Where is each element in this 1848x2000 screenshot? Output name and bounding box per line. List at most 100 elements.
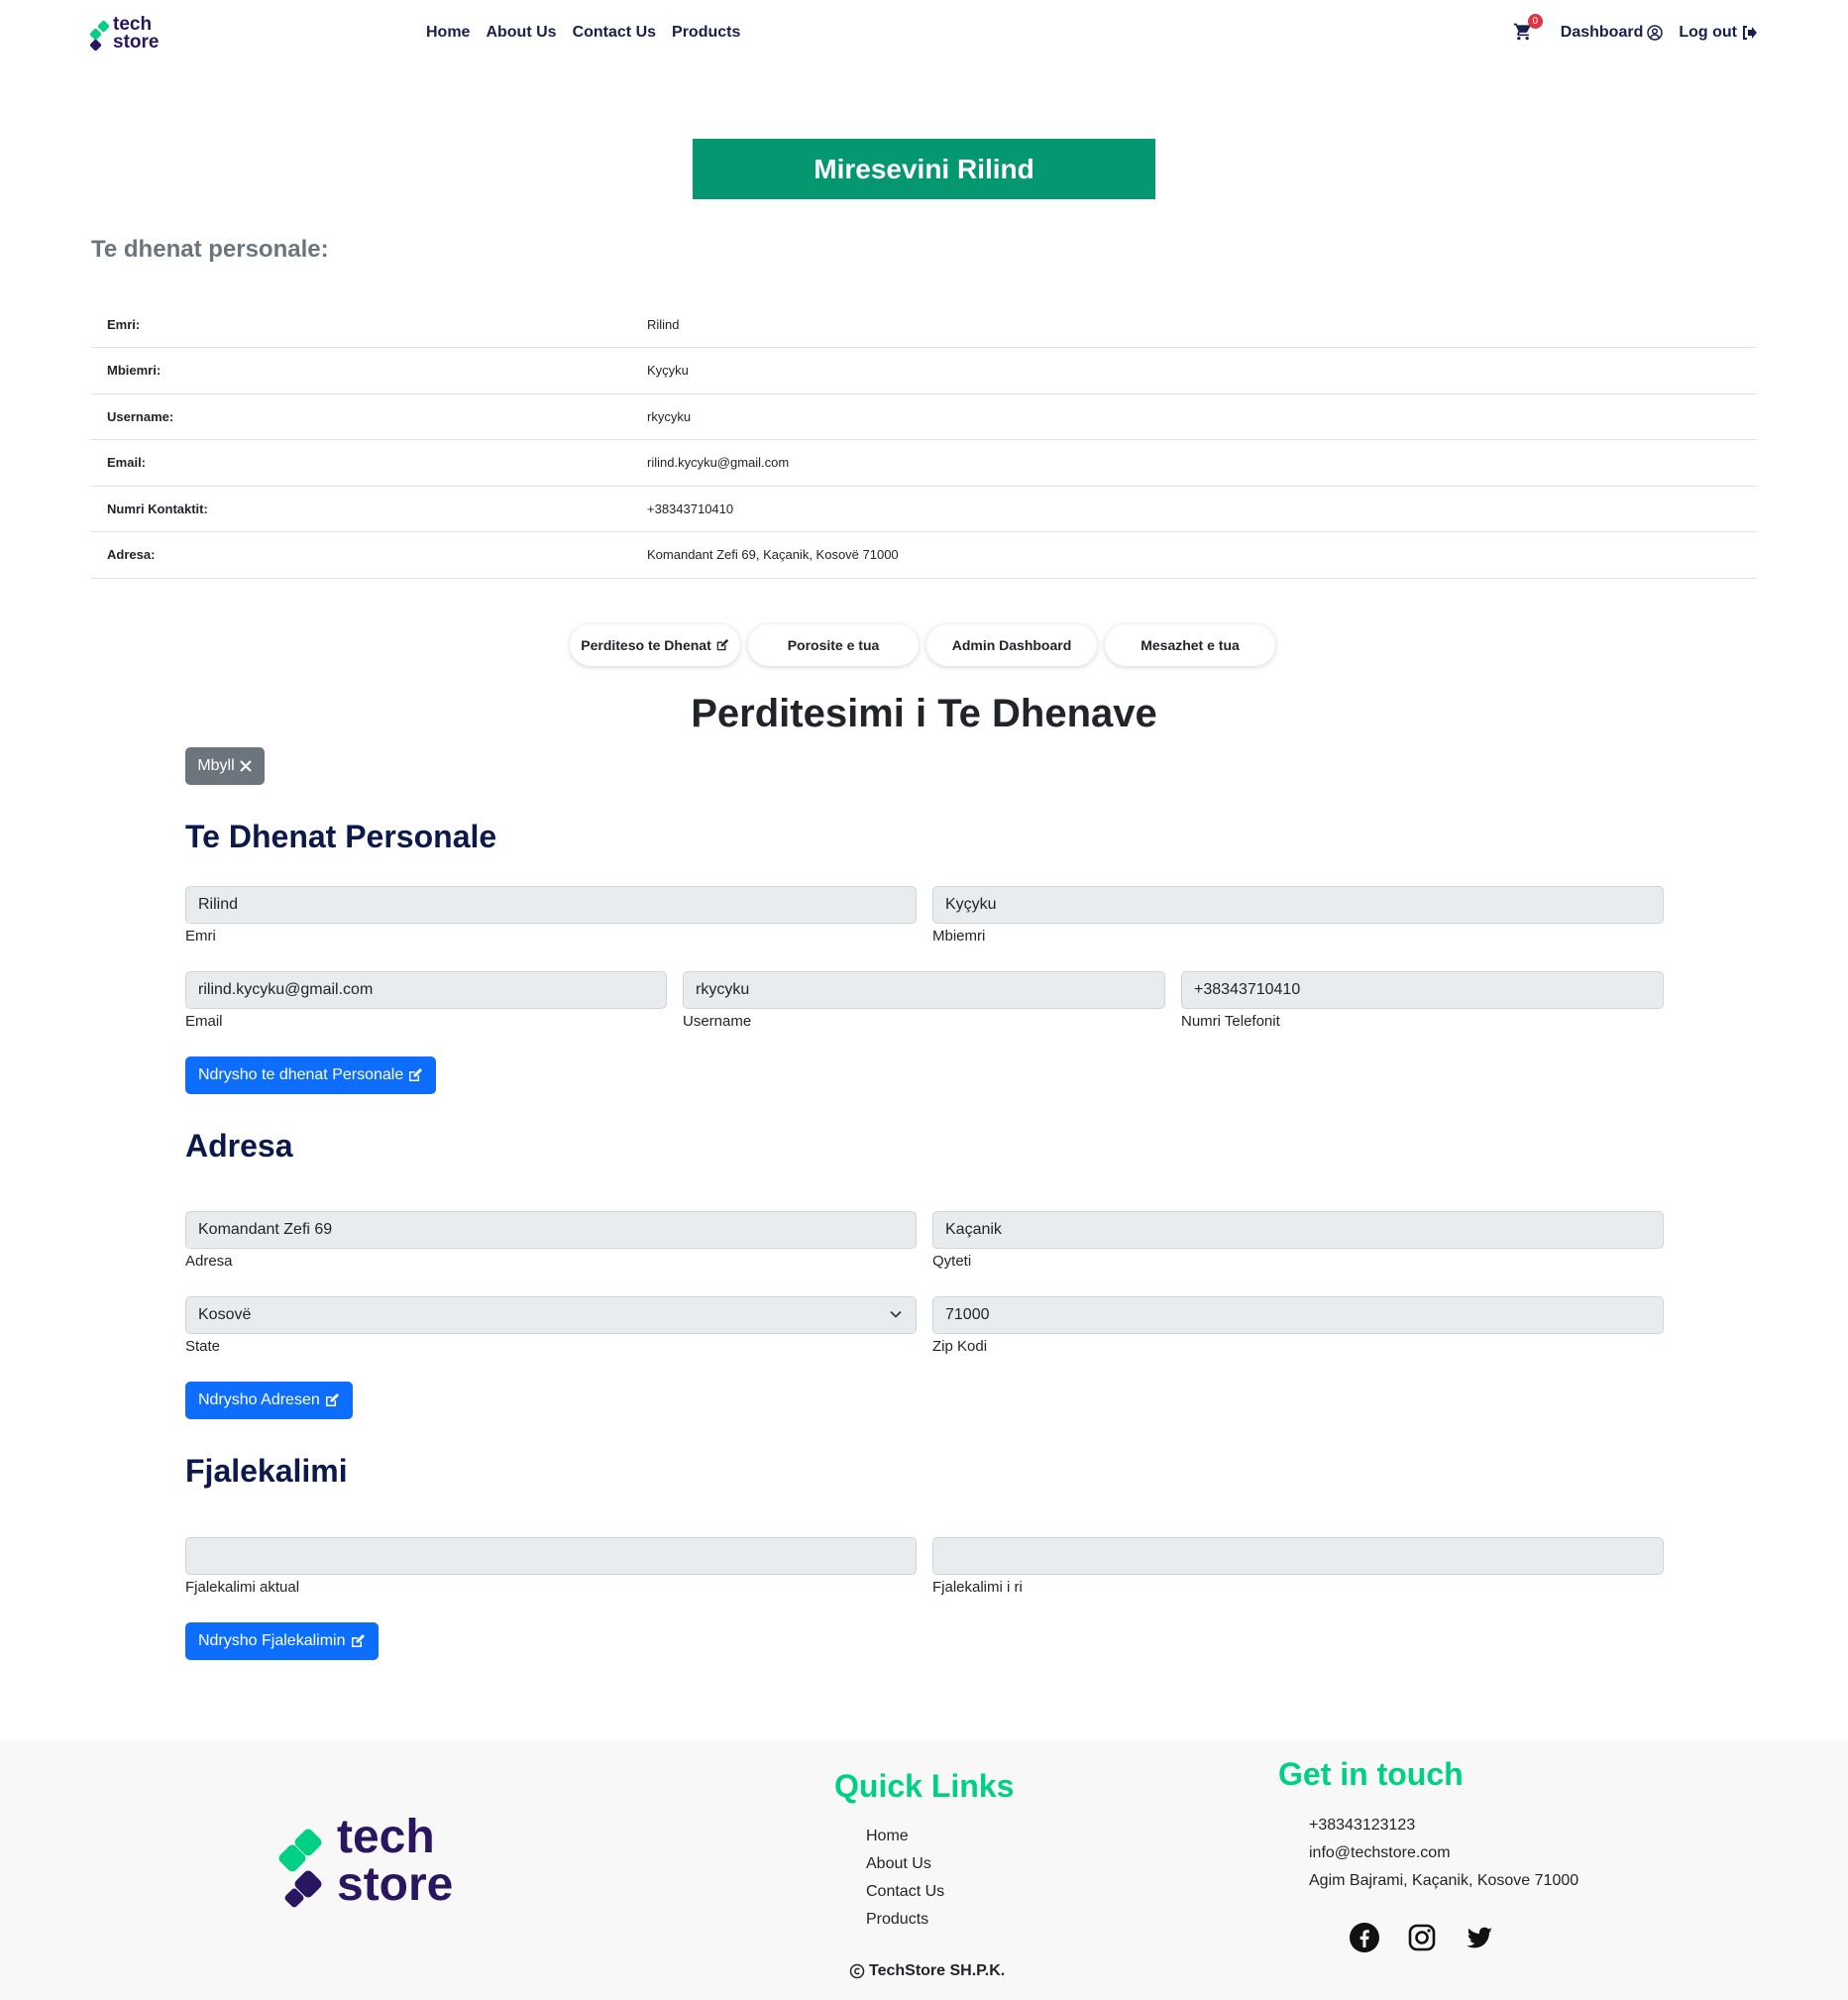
street-field: Komandant Zefi 69 Adresa	[185, 1211, 917, 1270]
current-password-field: Fjalekalimi aktual	[185, 1537, 917, 1596]
city-label: Qyteti	[932, 1253, 972, 1270]
logo-mark-icon	[89, 20, 111, 52]
city-input[interactable]: Kaçanik	[932, 1211, 1664, 1249]
brand-wordmark: tech store	[113, 14, 160, 53]
username-input[interactable]: rkycyku	[683, 971, 1165, 1009]
footer-link-about[interactable]: About Us	[866, 1855, 931, 1873]
zip-label: Zip Kodi	[932, 1338, 988, 1355]
current-password-input[interactable]	[185, 1537, 917, 1575]
update-password-button[interactable]: Ndrysho Fjalekalimin	[185, 1622, 379, 1660]
row-value: rilind.kycyku@gmail.com	[647, 455, 790, 471]
last-name-input[interactable]: Kyçyku	[932, 886, 1664, 924]
main-nav: Home About Us Contact Us Products	[426, 24, 740, 42]
update-data-button[interactable]: Perditeso te Dhenat	[570, 624, 740, 666]
footer-link-products[interactable]: Products	[866, 1911, 928, 1929]
update-address-button[interactable]: Ndrysho Adresen	[185, 1382, 353, 1419]
email-input[interactable]: rilind.kycyku@gmail.com	[185, 971, 667, 1009]
street-input[interactable]: Komandant Zefi 69	[185, 1211, 917, 1249]
twitter-icon[interactable]	[1464, 1922, 1495, 1953]
row-key: Adresa:	[107, 547, 156, 563]
cart-button[interactable]: 0	[1513, 14, 1543, 44]
first-name-input[interactable]: Rilind	[185, 886, 917, 924]
footer-link-home[interactable]: Home	[866, 1828, 909, 1845]
address-section-title: Adresa	[185, 1128, 293, 1164]
brand-logo[interactable]: tech store	[89, 14, 170, 56]
new-password-field: Fjalekalimi i ri	[932, 1537, 1664, 1596]
personal-info-table: Emri: Rilind Mbiemri: Kyçyku Username: r…	[91, 301, 1757, 579]
admin-dashboard-button[interactable]: Admin Dashboard	[926, 624, 1097, 666]
new-password-input[interactable]	[932, 1537, 1664, 1575]
update-address-label: Ndrysho Adresen	[198, 1391, 320, 1408]
email-field: rilind.kycyku@gmail.com Email	[185, 971, 667, 1030]
copyright-icon	[849, 1963, 865, 1979]
last-name-field: Kyçyku Mbiemri	[932, 886, 1664, 944]
update-data-label: Perditeso te Dhenat	[581, 637, 711, 653]
chevron-down-icon	[890, 1310, 902, 1318]
orders-button[interactable]: Porosite e tua	[748, 624, 919, 666]
phone-label: Numri Telefonit	[1181, 1013, 1280, 1030]
state-field: Kosovë State	[185, 1296, 917, 1355]
navbar: tech store Home About Us Contact Us Prod…	[0, 0, 1848, 69]
row-value: +38343710410	[647, 500, 734, 516]
new-password-label: Fjalekalimi i ri	[932, 1579, 1023, 1596]
dashboard-link[interactable]: Dashboard	[1561, 24, 1664, 42]
edit-icon	[351, 1634, 365, 1647]
username-label: Username	[683, 1013, 752, 1030]
phone-field: +38343710410 Numri Telefonit	[1181, 971, 1664, 1030]
username-field: rkycyku Username	[683, 971, 1165, 1030]
contact-title: Get in touch	[1278, 1756, 1464, 1792]
contact-phone: +38343123123	[1309, 1817, 1416, 1833]
row-key: Username:	[107, 408, 174, 424]
dashboard-label: Dashboard	[1560, 24, 1644, 41]
welcome-banner: Miresevini Rilind	[693, 139, 1155, 199]
city-field: Kaçanik Qyteti	[932, 1211, 1664, 1270]
logout-icon	[1743, 26, 1757, 40]
first-name-label: Emri	[185, 928, 216, 944]
profile-actions: Perditeso te Dhenat Porosite e tua Admin…	[570, 624, 1275, 666]
zip-field: 71000 Zip Kodi	[932, 1296, 1664, 1355]
messages-button[interactable]: Mesazhet e tua	[1105, 624, 1275, 666]
phone-input[interactable]: +38343710410	[1181, 971, 1664, 1009]
row-value: Komandant Zefi 69, Kaçanik, Kosovë 71000	[647, 547, 899, 563]
quick-links-title: Quick Links	[834, 1768, 1015, 1804]
nav-link-about[interactable]: About Us	[486, 24, 556, 42]
cart-count-badge: 0	[1527, 14, 1543, 29]
table-row: Email: rilind.kycyku@gmail.com	[91, 440, 1757, 486]
nav-link-contact[interactable]: Contact Us	[573, 24, 656, 42]
footer-brand-wordmark: tech store	[337, 1811, 454, 1911]
instagram-icon[interactable]	[1406, 1922, 1438, 1953]
logout-link[interactable]: Log out	[1679, 24, 1757, 42]
contact-address: Agim Bajrami, Kaçanik, Kosove 71000	[1309, 1872, 1579, 1889]
close-button[interactable]: Mbyll	[185, 747, 265, 785]
state-label: State	[185, 1338, 221, 1355]
edit-icon	[409, 1068, 423, 1081]
close-label: Mbyll	[197, 757, 235, 774]
password-section-title: Fjalekalimi	[185, 1453, 348, 1489]
nav-link-products[interactable]: Products	[672, 24, 740, 42]
first-name-field: Rilind Emri	[185, 886, 917, 944]
row-key: Email:	[107, 455, 147, 471]
state-select[interactable]: Kosovë	[185, 1296, 917, 1334]
update-password-label: Ndrysho Fjalekalimin	[198, 1632, 346, 1649]
current-password-label: Fjalekalimi aktual	[185, 1579, 300, 1596]
update-personal-button[interactable]: Ndrysho te dhenat Personale	[185, 1056, 437, 1094]
zip-input[interactable]: 71000	[932, 1296, 1664, 1334]
personal-section-title: Te Dhenat Personale	[185, 819, 497, 854]
close-icon	[239, 760, 252, 772]
nav-right: 0 Dashboard Log out	[1513, 14, 1757, 44]
row-key: Emri:	[107, 316, 141, 332]
table-row: Emri: Rilind	[91, 301, 1757, 348]
user-circle-icon	[1647, 25, 1664, 41]
facebook-icon[interactable]	[1349, 1922, 1380, 1953]
row-key: Numri Kontaktit:	[107, 500, 208, 516]
nav-link-home[interactable]: Home	[426, 24, 470, 42]
copyright: TechStore SH.P.K.	[849, 1962, 1005, 1980]
table-row: Username: rkycyku	[91, 393, 1757, 440]
row-key: Mbiemri:	[107, 363, 162, 379]
table-row: Adresa: Komandant Zefi 69, Kaçanik, Koso…	[91, 532, 1757, 578]
edit-icon	[716, 638, 728, 651]
table-row: Numri Kontaktit: +38343710410	[91, 486, 1757, 532]
update-personal-label: Ndrysho te dhenat Personale	[198, 1066, 404, 1083]
footer-link-contact[interactable]: Contact Us	[866, 1883, 944, 1901]
row-value: rkycyku	[647, 408, 692, 424]
